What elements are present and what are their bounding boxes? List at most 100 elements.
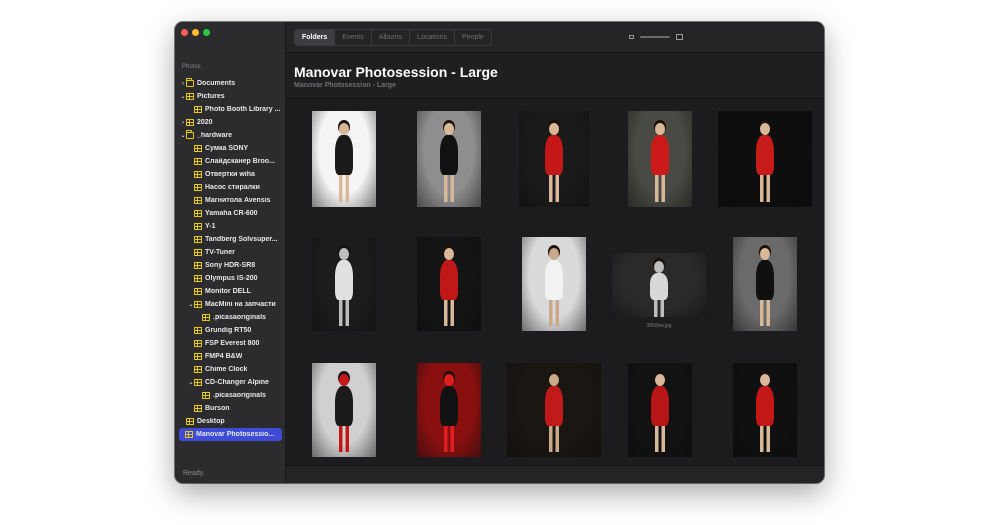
sidebar-item[interactable]: › 2020 xyxy=(175,116,286,129)
sidebar-item[interactable]: › Documents xyxy=(175,77,286,90)
sidebar-item[interactable]: ⌄ CD-Changer Alpine xyxy=(175,376,286,389)
photo-figure-legs xyxy=(339,174,349,202)
photo-figure-body xyxy=(756,260,774,300)
photo-figure-body xyxy=(545,260,563,300)
tab-albums[interactable]: Albums xyxy=(372,30,411,45)
photo-thumbnail[interactable] xyxy=(522,237,586,331)
photo-figure-head xyxy=(655,122,665,135)
sidebar-item[interactable]: Отвертки wiha xyxy=(175,168,286,181)
sidebar-item-label: _hardware xyxy=(197,132,233,139)
photo-thumbnail[interactable] xyxy=(417,363,481,457)
photo-figure-legs xyxy=(549,299,559,327)
sidebar-item-label: Pictures xyxy=(197,93,225,100)
photo-thumbnail[interactable] xyxy=(628,111,692,207)
sidebar-item-label: FSP Everest 800 xyxy=(205,340,260,347)
sidebar-item-label: Chime Clock xyxy=(205,366,248,373)
sidebar-item[interactable]: Насос стиралки xyxy=(175,181,286,194)
photo-thumbnail[interactable] xyxy=(417,237,481,331)
sidebar-item-label: CD-Changer Alpine xyxy=(205,379,269,386)
small-thumbnail-icon xyxy=(629,35,634,39)
large-thumbnail-icon xyxy=(676,34,683,40)
album-icon xyxy=(185,431,193,438)
photo-figure-head xyxy=(444,122,454,135)
photo-thumbnail[interactable] xyxy=(417,111,481,207)
sidebar-item-label: Yamaha CR-600 xyxy=(205,210,258,217)
sidebar-item[interactable]: Tandberg Solvsuper... xyxy=(175,233,286,246)
sidebar-item[interactable]: .picasaoriginals xyxy=(175,311,286,324)
sidebar-item[interactable]: Olympus IS-200 xyxy=(175,272,286,285)
photo-figure-legs xyxy=(655,425,665,453)
photo-thumbnail[interactable] xyxy=(507,363,601,457)
sidebar-item-label: Olympus IS-200 xyxy=(205,275,258,282)
tab-events[interactable]: Events xyxy=(335,30,372,45)
sidebar: Photos › Documents ⌄ Pictures Photo Booth Li… xyxy=(175,22,286,483)
album-subtitle: Manovar Photosession - Large xyxy=(294,82,396,89)
sidebar-item[interactable]: Sony HDR-SR8 xyxy=(175,259,286,272)
photo-figure-legs xyxy=(444,174,454,202)
status-text: Ready. xyxy=(183,470,205,477)
photo-figure-body xyxy=(651,134,669,175)
album-icon xyxy=(186,93,194,100)
sidebar-item-label: TV-Tuner xyxy=(205,249,235,256)
sidebar-item[interactable]: Burson xyxy=(175,402,286,415)
photo-figure-legs xyxy=(339,425,349,453)
photo-thumbnail[interactable] xyxy=(733,363,797,457)
photo-figure-body xyxy=(651,386,669,426)
tab-locations[interactable]: Locations xyxy=(410,30,456,45)
sidebar-item-label: Слайдсканер Broo... xyxy=(205,158,275,165)
photo-thumbnail[interactable] xyxy=(733,237,797,331)
sidebar-item[interactable]: .picasaoriginals xyxy=(175,389,286,402)
sidebar-item-label: .picasaoriginals xyxy=(213,314,266,321)
photo-thumbnail[interactable]: 3850bw.jpg xyxy=(612,253,706,329)
sidebar-item[interactable]: Photo Booth Library ... xyxy=(175,103,286,116)
album-icon xyxy=(194,197,202,204)
photo-thumbnail[interactable] xyxy=(312,237,376,331)
sidebar-item[interactable]: Магнитола Avensis xyxy=(175,194,286,207)
sidebar-item[interactable]: ⌄ MacMini на запчасти xyxy=(175,298,286,311)
photo-grid: 3850bw.jpg xyxy=(286,99,824,465)
photo-figure-body xyxy=(650,272,668,300)
tab-people[interactable]: People xyxy=(455,30,491,45)
sidebar-item[interactable]: Monitor DELL xyxy=(175,285,286,298)
sidebar-item[interactable]: Y-1 xyxy=(175,220,286,233)
sidebar-item-label: 2020 xyxy=(197,119,213,126)
folder-icon xyxy=(186,78,194,87)
thumbnail-size-slider[interactable] xyxy=(640,36,670,38)
sidebar-item[interactable]: Manovar Photosessio... xyxy=(179,428,282,441)
sidebar-item[interactable]: FSP Everest 800 xyxy=(175,337,286,350)
sidebar-item[interactable]: Сумка SONY xyxy=(175,142,286,155)
photo-figure-body xyxy=(440,386,458,426)
sidebar-item[interactable]: TV-Tuner xyxy=(175,246,286,259)
sidebar-item[interactable]: Yamaha CR-600 xyxy=(175,207,286,220)
sidebar-item[interactable]: Grundig RT50 xyxy=(175,324,286,337)
zoom-window-button[interactable] xyxy=(203,29,210,36)
minimize-window-button[interactable] xyxy=(192,29,199,36)
sidebar-item-label: FMP4 B&W xyxy=(205,353,243,360)
sidebar-item-label: Сумка SONY xyxy=(205,145,249,152)
photo-figure-body xyxy=(756,134,774,175)
photos-window: Photos › Documents ⌄ Pictures Photo Booth Li… xyxy=(175,22,824,483)
toolbar: Folders Events Albums Locations People xyxy=(286,22,824,53)
photo-thumbnail[interactable] xyxy=(519,111,589,207)
sidebar-item[interactable]: ⌄ Pictures xyxy=(175,90,286,103)
photo-thumbnail[interactable] xyxy=(312,111,376,207)
album-icon xyxy=(194,262,202,269)
album-icon xyxy=(202,314,210,321)
photo-thumbnail[interactable] xyxy=(718,111,812,207)
photo-thumbnail[interactable] xyxy=(628,363,692,457)
folder-tree: › Documents ⌄ Pictures Photo Booth Library .… xyxy=(175,77,286,441)
main-panel: Folders Events Albums Locations People Manov… xyxy=(286,22,824,483)
tab-folders[interactable]: Folders xyxy=(295,30,336,45)
sidebar-item[interactable]: FMP4 B&W xyxy=(175,350,286,363)
sidebar-item-label: Sony HDR-SR8 xyxy=(205,262,256,269)
album-icon xyxy=(194,249,202,256)
sidebar-item[interactable]: Desktop xyxy=(175,415,286,428)
sidebar-item[interactable]: Слайдсканер Broo... xyxy=(175,155,286,168)
sidebar-item[interactable]: ⌄ _hardware xyxy=(175,129,286,142)
sidebar-item[interactable]: Chime Clock xyxy=(175,363,286,376)
photo-thumbnail[interactable] xyxy=(312,363,376,457)
photo-figure-legs xyxy=(444,425,454,453)
close-window-button[interactable] xyxy=(181,29,188,36)
sidebar-header: Photos xyxy=(182,64,201,70)
album-icon xyxy=(194,340,202,347)
